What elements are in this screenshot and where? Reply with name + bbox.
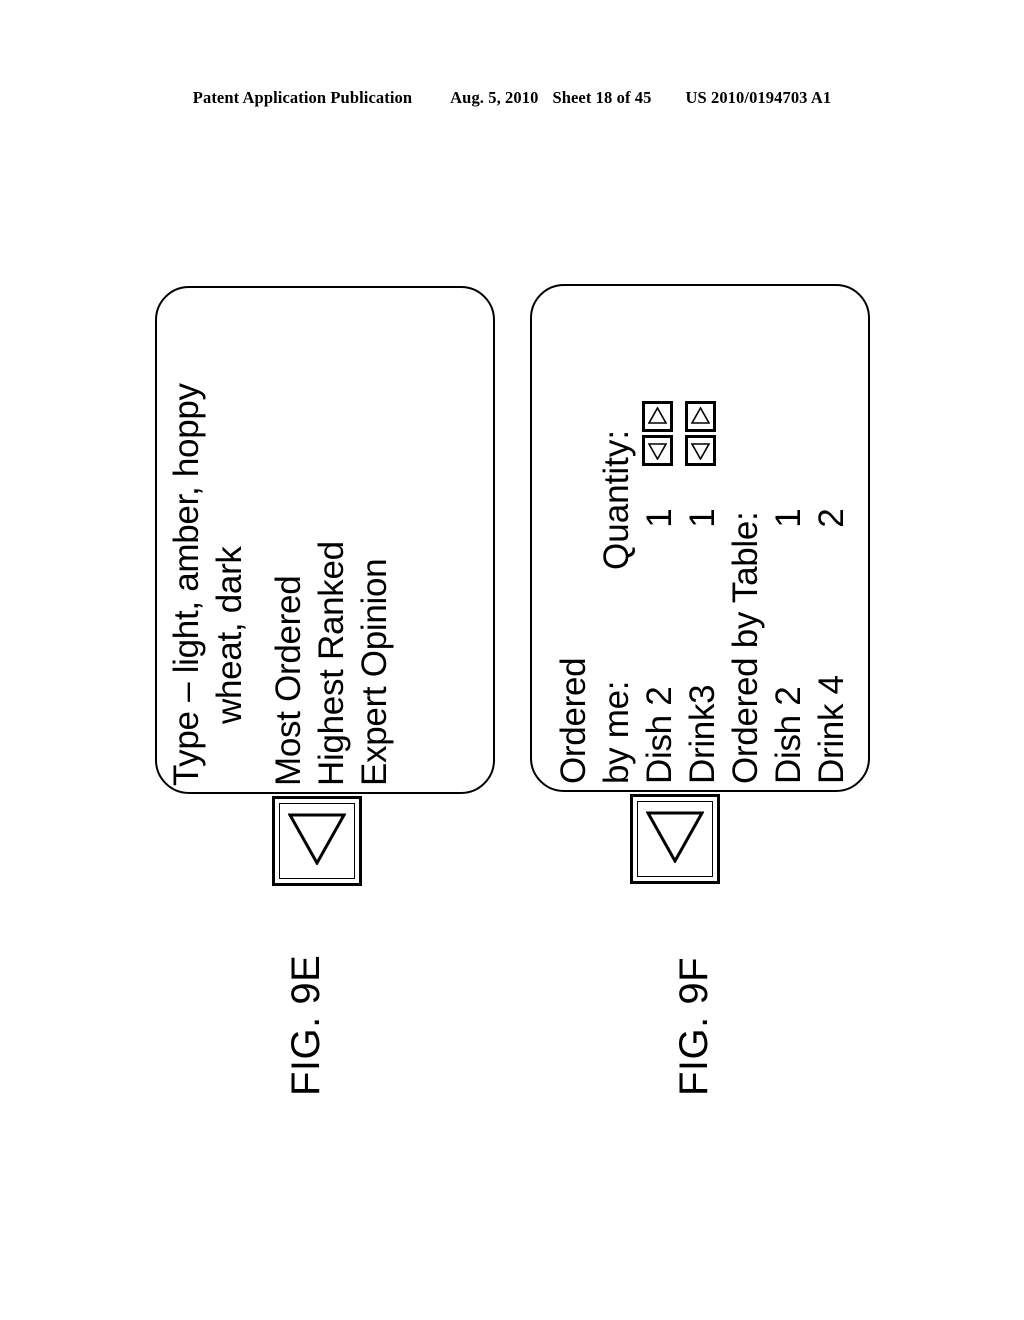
patent-date-label: Aug. 5, 2010 <box>450 88 539 107</box>
order-line-item[interactable]: Drink 4 2 <box>810 288 853 784</box>
patent-publication-label: Patent Application Publication <box>192 88 413 107</box>
order-row-label: Dish 2 <box>640 686 679 784</box>
order-row-quantity: 1 <box>640 508 679 528</box>
menu-option-label: wheat, dark <box>210 546 249 724</box>
order-summary-list: Ordered by me: Quantity: Dish 2 1 Drink3… <box>552 288 853 784</box>
quantity-increment-button[interactable] <box>642 401 673 432</box>
quantity-stepper[interactable] <box>685 401 716 466</box>
quantity-decrement-button[interactable] <box>685 435 716 466</box>
quantity-column-header: Quantity: <box>597 429 636 570</box>
rotated-content-plane-9e: Type – light, amber, hoppy wheat, dark M… <box>157 288 493 792</box>
menu-option-item[interactable]: Type – light, amber, hoppy <box>165 290 208 786</box>
device-screen-9f: Ordered by me: Quantity: Dish 2 1 Drink3… <box>530 284 870 792</box>
patent-header: Patent Application Publication Aug. 5, 20… <box>0 88 1024 108</box>
menu-option-item[interactable]: Highest Ranked <box>310 290 353 786</box>
stub-area-9e <box>155 794 495 888</box>
menu-option-label: Expert Opinion <box>355 558 394 786</box>
dropdown-expand-button[interactable] <box>272 796 362 886</box>
menu-option-label: Highest Ranked <box>312 541 351 786</box>
device-screen-9e: Type – light, amber, hoppy wheat, dark M… <box>155 286 495 794</box>
triangle-down-icon <box>287 813 347 870</box>
order-row-label: Ordered by Table: <box>726 511 765 784</box>
order-row-label: Ordered <box>554 657 593 784</box>
order-row-quantity: 1 <box>683 508 722 528</box>
order-row-label: Drink3 <box>683 684 722 784</box>
menu-option-item[interactable]: Expert Opinion <box>353 290 396 786</box>
triangle-down-icon <box>648 407 667 426</box>
figure-9e: Type – light, amber, hoppy wheat, dark M… <box>155 286 495 888</box>
triangle-up-icon <box>648 441 667 460</box>
menu-option-item-continuation[interactable]: wheat, dark <box>208 290 251 786</box>
figure-9f: Ordered by me: Quantity: Dish 2 1 Drink3… <box>530 284 870 886</box>
order-line-item[interactable]: Dish 2 1 <box>767 288 810 784</box>
rotated-content-plane-9f: Ordered by me: Quantity: Dish 2 1 Drink3… <box>532 286 868 790</box>
quantity-stepper[interactable] <box>642 401 673 466</box>
order-row-label: Dish 2 <box>769 686 808 784</box>
dropdown-expand-button-inner <box>279 803 355 879</box>
dropdown-expand-button[interactable] <box>630 794 720 884</box>
triangle-down-icon <box>691 407 710 426</box>
order-section-heading: Ordered by Table: <box>724 288 767 784</box>
figure-caption-9f: FIG. 9F <box>672 956 716 1096</box>
quantity-decrement-button[interactable] <box>642 435 673 466</box>
menu-option-label: Most Ordered <box>269 575 308 786</box>
dropdown-expand-button-inner <box>637 801 713 877</box>
order-line-item[interactable]: Drink3 1 <box>681 288 724 784</box>
triangle-down-icon <box>645 811 705 868</box>
menu-option-label: Type – light, amber, hoppy <box>167 383 206 786</box>
order-section-heading: by me: Quantity: <box>595 288 638 784</box>
order-row-label: by me: <box>597 680 636 784</box>
order-section-heading: Ordered <box>552 288 595 784</box>
patent-number-label: US 2010/0194703 A1 <box>685 88 832 107</box>
figure-caption-9e: FIG. 9E <box>284 954 328 1096</box>
order-row-quantity: 1 <box>769 508 808 528</box>
order-row-quantity: 2 <box>812 508 851 528</box>
stub-area-9f <box>530 792 870 886</box>
menu-option-item[interactable]: Most Ordered <box>267 290 310 786</box>
order-row-label: Drink 4 <box>812 675 851 784</box>
quantity-increment-button[interactable] <box>685 401 716 432</box>
order-line-item[interactable]: Dish 2 1 <box>638 288 681 784</box>
triangle-up-icon <box>691 441 710 460</box>
patent-sheet-label: Sheet 18 of 45 <box>552 88 652 107</box>
menu-option-list: Type – light, amber, hoppy wheat, dark M… <box>165 290 396 786</box>
